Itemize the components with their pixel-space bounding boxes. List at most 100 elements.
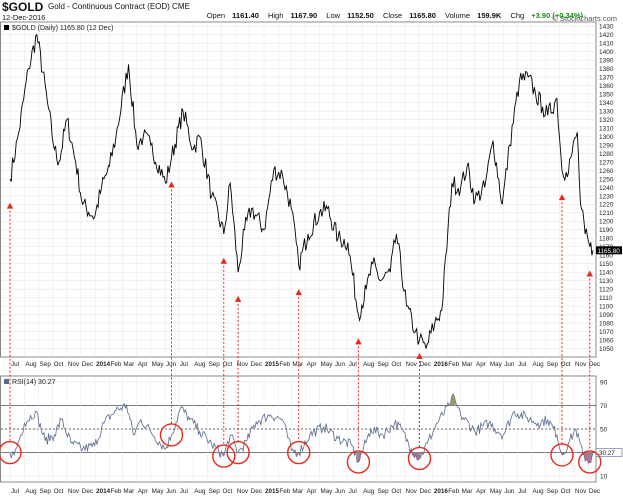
price-x-tick-label: Sep bbox=[547, 361, 559, 368]
price-x-tick-label: 2016 bbox=[434, 361, 449, 368]
price-y-tick-label: 1420 bbox=[599, 32, 614, 39]
price-x-tick-label: 2015 bbox=[265, 361, 280, 368]
price-y-tick-label: 1120 bbox=[599, 287, 613, 294]
price-x-tick-label: Aug bbox=[25, 361, 37, 368]
rsi-x-tick-label: Aug bbox=[363, 488, 375, 495]
price-x-tick-label: Nov bbox=[68, 361, 80, 368]
price-x-tick-label: May bbox=[152, 361, 165, 368]
price-x-tick-label: Nov bbox=[575, 361, 587, 368]
rsi-x-tick-label: Dec bbox=[82, 488, 93, 495]
price-y-tick-label: 1380 bbox=[599, 66, 614, 73]
annotation-arrowhead bbox=[355, 338, 362, 345]
rsi-x-tick-label: Feb bbox=[279, 488, 290, 495]
rsi-y-tick-label: 10 bbox=[600, 474, 608, 481]
rsi-y-tick-label: 50 bbox=[600, 426, 608, 433]
price-x-tick-label: Dec bbox=[589, 361, 600, 368]
rsi-x-tick-label: Dec bbox=[420, 488, 431, 495]
price-y-tick-label: 1050 bbox=[599, 346, 614, 353]
rsi-x-tick-label: Jun bbox=[504, 488, 515, 495]
price-y-tick-label: 1390 bbox=[599, 58, 614, 65]
rsi-oversold-fill bbox=[562, 452, 566, 455]
price-y-tick-label: 1410 bbox=[599, 41, 614, 48]
price-x-tick-label: Sep bbox=[40, 361, 52, 368]
price-y-tick-label: 1130 bbox=[599, 278, 613, 285]
price-y-tick-label: 1400 bbox=[599, 49, 614, 56]
rsi-x-tick-label: 2014 bbox=[96, 488, 111, 495]
rsi-x-tick-label: Jul bbox=[180, 488, 188, 495]
annotation-arrowhead bbox=[6, 202, 14, 209]
price-y-tick-label: 1430 bbox=[599, 24, 614, 31]
price-y-tick-label: 1300 bbox=[599, 134, 614, 141]
price-y-tick-label: 1250 bbox=[599, 176, 614, 183]
rsi-x-tick-label: Mar bbox=[462, 488, 473, 495]
price-y-tick-label: 1310 bbox=[599, 125, 614, 132]
price-y-tick-label: 1340 bbox=[599, 100, 614, 107]
last-rsi-label: 30.27 bbox=[599, 450, 615, 457]
rsi-x-tick-label: Nov bbox=[575, 488, 587, 495]
price-y-tick-label: 1350 bbox=[599, 91, 614, 98]
rsi-x-tick-label: Apr bbox=[138, 488, 148, 495]
price-x-tick-label: May bbox=[490, 361, 503, 368]
rsi-x-tick-label: Jun bbox=[335, 488, 346, 495]
rsi-x-tick-label: Aug bbox=[532, 488, 544, 495]
rsi-x-tick-label: Oct bbox=[222, 488, 232, 495]
rsi-x-tick-label: Dec bbox=[251, 488, 262, 495]
price-x-tick-label: Sep bbox=[377, 361, 389, 368]
rsi-x-tick-label: 2015 bbox=[265, 488, 280, 495]
price-x-tick-label: Aug bbox=[363, 361, 375, 368]
price-x-tick-label: Mar bbox=[123, 361, 134, 368]
rsi-x-tick-label: Nov bbox=[406, 488, 418, 495]
rsi-x-tick-label: May bbox=[321, 488, 334, 495]
price-x-tick-label: Feb bbox=[279, 361, 290, 368]
rsi-x-tick-label: Jul bbox=[349, 488, 357, 495]
price-x-tick-label: Apr bbox=[476, 361, 486, 368]
price-x-tick-label: Jul bbox=[518, 361, 526, 368]
price-y-tick-label: 1090 bbox=[599, 312, 614, 319]
rsi-legend: RSI(14) 30.27 bbox=[12, 379, 56, 386]
rsi-x-tick-label: Aug bbox=[25, 488, 37, 495]
rsi-x-tick-label: Sep bbox=[40, 488, 52, 495]
last-price-label: 1165.80 bbox=[598, 248, 621, 255]
price-y-tick-label: 1280 bbox=[599, 151, 614, 158]
price-x-tick-label: May bbox=[321, 361, 334, 368]
annotation-arrowhead bbox=[295, 289, 302, 296]
price-y-tick-label: 1270 bbox=[599, 159, 614, 166]
price-x-tick-label: Nov bbox=[406, 361, 418, 368]
price-and-rsi-chart: 1050106010701080109011001110112011301140… bbox=[0, 21, 623, 495]
rsi-oversold-fill bbox=[582, 452, 592, 464]
price-x-tick-label: Aug bbox=[532, 361, 544, 368]
rsi-x-tick-label: Jul bbox=[518, 488, 526, 495]
price-x-tick-label: Aug bbox=[194, 361, 206, 368]
price-y-tick-label: 1260 bbox=[599, 168, 614, 175]
price-x-tick-label: 2014 bbox=[96, 361, 111, 368]
rsi-x-tick-label: Apr bbox=[307, 488, 317, 495]
price-x-tick-label: Dec bbox=[420, 361, 431, 368]
rsi-y-tick-label: 70 bbox=[600, 403, 608, 410]
price-x-tick-label: Sep bbox=[209, 361, 221, 368]
rsi-overbought-fill bbox=[450, 393, 456, 406]
price-y-tick-label: 1290 bbox=[599, 142, 614, 149]
price-y-tick-label: 1210 bbox=[599, 210, 614, 217]
rsi-legend-swatch bbox=[4, 379, 9, 384]
price-x-tick-label: Feb bbox=[110, 361, 121, 368]
rsi-y-tick-label: 90 bbox=[600, 379, 608, 386]
price-x-tick-label: Jul bbox=[349, 361, 357, 368]
rsi-x-tick-label: Oct bbox=[391, 488, 401, 495]
price-y-tick-label: 1230 bbox=[599, 193, 614, 200]
rsi-x-tick-label: Sep bbox=[547, 488, 559, 495]
price-x-tick-label: Mar bbox=[462, 361, 473, 368]
price-x-tick-label: Feb bbox=[448, 361, 459, 368]
rsi-x-tick-label: May bbox=[490, 488, 503, 495]
price-x-tick-label: Jun bbox=[504, 361, 515, 368]
price-line bbox=[9, 33, 594, 349]
rsi-x-tick-label: Nov bbox=[68, 488, 80, 495]
rsi-x-tick-label: Feb bbox=[448, 488, 459, 495]
price-y-tick-label: 1080 bbox=[599, 320, 614, 327]
price-y-tick-label: 1360 bbox=[599, 83, 614, 90]
rsi-x-tick-label: Aug bbox=[194, 488, 206, 495]
price-y-tick-label: 1110 bbox=[599, 295, 613, 302]
price-y-tick-label: 1140 bbox=[599, 270, 613, 277]
price-y-tick-label: 1150 bbox=[599, 261, 613, 268]
price-x-tick-label: Oct bbox=[391, 361, 401, 368]
price-x-tick-label: Mar bbox=[292, 361, 303, 368]
